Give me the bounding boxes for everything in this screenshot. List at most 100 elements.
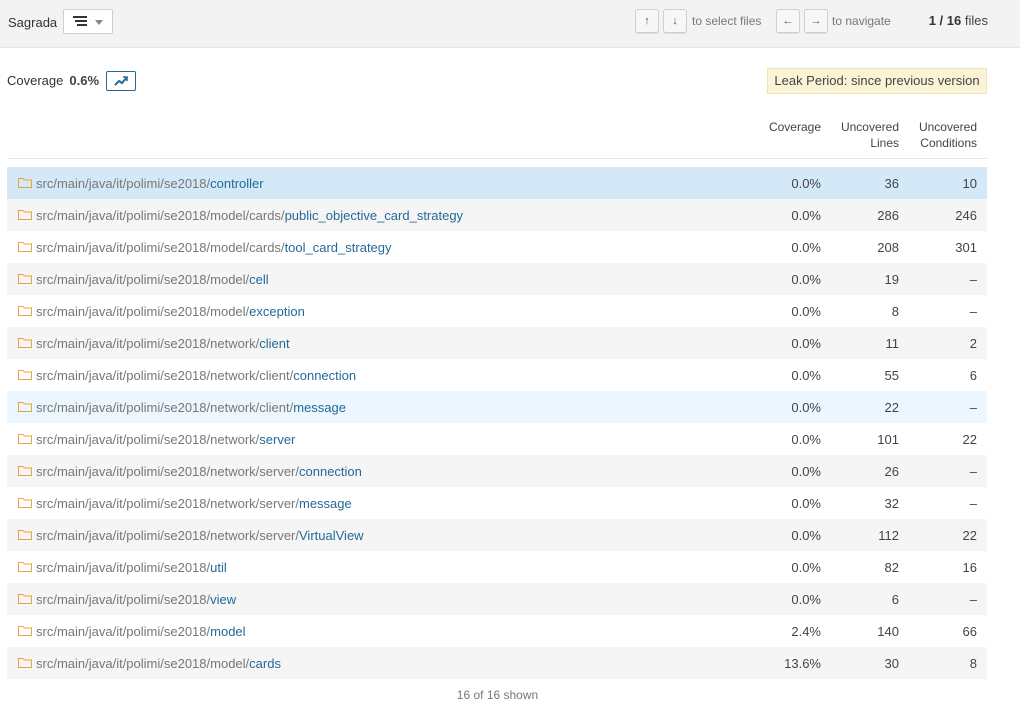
- coverage-cell[interactable]: 0.0%: [791, 208, 821, 223]
- component-name-link[interactable]: message: [299, 496, 352, 511]
- component-path[interactable]: src/main/java/it/polimi/se2018/view: [36, 592, 236, 607]
- uncovered-conditions-cell[interactable]: 8: [970, 656, 977, 671]
- component-path[interactable]: src/main/java/it/polimi/se2018/network/c…: [36, 400, 346, 415]
- component-path[interactable]: src/main/java/it/polimi/se2018/model/car…: [36, 208, 463, 223]
- table-row[interactable]: src/main/java/it/polimi/se2018/controlle…: [7, 167, 987, 199]
- uncovered-lines-cell[interactable]: 8: [892, 304, 899, 319]
- component-name-link[interactable]: tool_card_strategy: [285, 240, 392, 255]
- component-name-link[interactable]: cell: [249, 272, 269, 287]
- component-path[interactable]: src/main/java/it/polimi/se2018/network/s…: [36, 528, 364, 543]
- table-row[interactable]: src/main/java/it/polimi/se2018/model/cel…: [7, 263, 987, 295]
- uncovered-lines-cell[interactable]: 36: [885, 176, 899, 191]
- coverage-cell[interactable]: 0.0%: [791, 464, 821, 479]
- component-name-link[interactable]: message: [293, 400, 346, 415]
- table-row[interactable]: src/main/java/it/polimi/se2018/network/s…: [7, 423, 987, 455]
- coverage-cell[interactable]: 0.0%: [791, 528, 821, 543]
- uncovered-lines-cell[interactable]: 26: [885, 464, 899, 479]
- component-path[interactable]: src/main/java/it/polimi/se2018/network/s…: [36, 432, 295, 447]
- component-path[interactable]: src/main/java/it/polimi/se2018/model: [36, 624, 246, 639]
- component-path[interactable]: src/main/java/it/polimi/se2018/util: [36, 560, 227, 575]
- table-row[interactable]: src/main/java/it/polimi/se2018/model/car…: [7, 647, 987, 679]
- component-name-link[interactable]: cards: [249, 656, 281, 671]
- coverage-cell[interactable]: 2.4%: [791, 624, 821, 639]
- uncovered-lines-cell[interactable]: 32: [885, 496, 899, 511]
- uncovered-conditions-cell[interactable]: 301: [955, 240, 977, 255]
- column-coverage[interactable]: Coverage: [769, 119, 821, 135]
- uncovered-lines-cell[interactable]: 55: [885, 368, 899, 383]
- uncovered-conditions-cell[interactable]: –: [970, 496, 977, 511]
- coverage-cell[interactable]: 0.0%: [791, 336, 821, 351]
- component-path[interactable]: src/main/java/it/polimi/se2018/model/cel…: [36, 272, 269, 287]
- coverage-cell[interactable]: 0.0%: [791, 240, 821, 255]
- table-row[interactable]: src/main/java/it/polimi/se2018/model/exc…: [7, 295, 987, 327]
- uncovered-lines-cell[interactable]: 30: [885, 656, 899, 671]
- coverage-cell[interactable]: 13.6%: [784, 656, 821, 671]
- table-row[interactable]: src/main/java/it/polimi/se2018/network/s…: [7, 487, 987, 519]
- uncovered-conditions-cell[interactable]: –: [970, 400, 977, 415]
- coverage-cell[interactable]: 0.0%: [791, 592, 821, 607]
- component-name-link[interactable]: model: [210, 624, 245, 639]
- uncovered-lines-cell[interactable]: 286: [877, 208, 899, 223]
- component-name-link[interactable]: controller: [210, 176, 263, 191]
- component-name-link[interactable]: server: [259, 432, 295, 447]
- component-name-link[interactable]: VirtualView: [299, 528, 364, 543]
- component-path[interactable]: src/main/java/it/polimi/se2018/model/exc…: [36, 304, 305, 319]
- table-row[interactable]: src/main/java/it/polimi/se2018/model/car…: [7, 231, 987, 263]
- uncovered-lines-cell[interactable]: 82: [885, 560, 899, 575]
- component-name-link[interactable]: public_objective_card_strategy: [285, 208, 464, 223]
- component-name-link[interactable]: connection: [299, 464, 362, 479]
- coverage-cell[interactable]: 0.0%: [791, 400, 821, 415]
- component-path[interactable]: src/main/java/it/polimi/se2018/model/car…: [36, 656, 281, 671]
- coverage-cell[interactable]: 0.0%: [791, 368, 821, 383]
- uncovered-conditions-cell[interactable]: –: [970, 304, 977, 319]
- column-uncovered-lines[interactable]: Uncovered Lines: [841, 119, 899, 151]
- uncovered-lines-cell[interactable]: 19: [885, 272, 899, 287]
- uncovered-lines-cell[interactable]: 208: [877, 240, 899, 255]
- project-name[interactable]: Sagrada: [8, 15, 57, 30]
- coverage-cell[interactable]: 0.0%: [791, 304, 821, 319]
- table-row[interactable]: src/main/java/it/polimi/se2018/network/c…: [7, 359, 987, 391]
- uncovered-conditions-cell[interactable]: –: [970, 464, 977, 479]
- table-row[interactable]: src/main/java/it/polimi/se2018/network/c…: [7, 327, 987, 359]
- uncovered-conditions-cell[interactable]: 6: [970, 368, 977, 383]
- coverage-cell[interactable]: 0.0%: [791, 176, 821, 191]
- uncovered-lines-cell[interactable]: 11: [886, 336, 900, 351]
- uncovered-conditions-cell[interactable]: 22: [963, 432, 977, 447]
- uncovered-lines-cell[interactable]: 22: [885, 400, 899, 415]
- component-path[interactable]: src/main/java/it/polimi/se2018/network/c…: [36, 336, 290, 351]
- uncovered-conditions-cell[interactable]: 2: [970, 336, 977, 351]
- table-row[interactable]: src/main/java/it/polimi/se2018/network/s…: [7, 519, 987, 551]
- component-path[interactable]: src/main/java/it/polimi/se2018/network/s…: [36, 496, 352, 511]
- coverage-history-button[interactable]: [106, 71, 136, 91]
- uncovered-conditions-cell[interactable]: 10: [963, 176, 977, 191]
- uncovered-lines-cell[interactable]: 112: [878, 528, 899, 543]
- uncovered-lines-cell[interactable]: 140: [877, 624, 899, 639]
- table-row[interactable]: src/main/java/it/polimi/se2018/model/car…: [7, 199, 987, 231]
- component-name-link[interactable]: exception: [249, 304, 305, 319]
- coverage-cell[interactable]: 0.0%: [791, 432, 821, 447]
- component-path[interactable]: src/main/java/it/polimi/se2018/network/c…: [36, 368, 356, 383]
- table-row[interactable]: src/main/java/it/polimi/se2018/view 0.0% 6…: [7, 583, 987, 615]
- table-row[interactable]: src/main/java/it/polimi/se2018/model 2.4%…: [7, 615, 987, 647]
- coverage-cell[interactable]: 0.0%: [791, 272, 821, 287]
- component-path[interactable]: src/main/java/it/polimi/se2018/network/s…: [36, 464, 362, 479]
- table-row[interactable]: src/main/java/it/polimi/se2018/network/c…: [7, 391, 987, 423]
- uncovered-conditions-cell[interactable]: –: [970, 272, 977, 287]
- component-name-link[interactable]: util: [210, 560, 227, 575]
- uncovered-lines-cell[interactable]: 101: [877, 432, 899, 447]
- coverage-cell[interactable]: 0.0%: [791, 496, 821, 511]
- table-row[interactable]: src/main/java/it/polimi/se2018/network/s…: [7, 455, 987, 487]
- component-name-link[interactable]: view: [210, 592, 236, 607]
- component-path[interactable]: src/main/java/it/polimi/se2018/controlle…: [36, 176, 264, 191]
- table-row[interactable]: src/main/java/it/polimi/se2018/util 0.0% 8…: [7, 551, 987, 583]
- uncovered-conditions-cell[interactable]: 16: [963, 560, 977, 575]
- uncovered-conditions-cell[interactable]: 22: [963, 528, 977, 543]
- coverage-cell[interactable]: 0.0%: [791, 560, 821, 575]
- uncovered-lines-cell[interactable]: 6: [892, 592, 899, 607]
- column-uncovered-conditions[interactable]: Uncovered Conditions: [919, 119, 977, 151]
- uncovered-conditions-cell[interactable]: 246: [955, 208, 977, 223]
- uncovered-conditions-cell[interactable]: 66: [963, 624, 977, 639]
- component-name-link[interactable]: client: [259, 336, 289, 351]
- view-mode-dropdown[interactable]: [63, 9, 113, 34]
- component-path[interactable]: src/main/java/it/polimi/se2018/model/car…: [36, 240, 392, 255]
